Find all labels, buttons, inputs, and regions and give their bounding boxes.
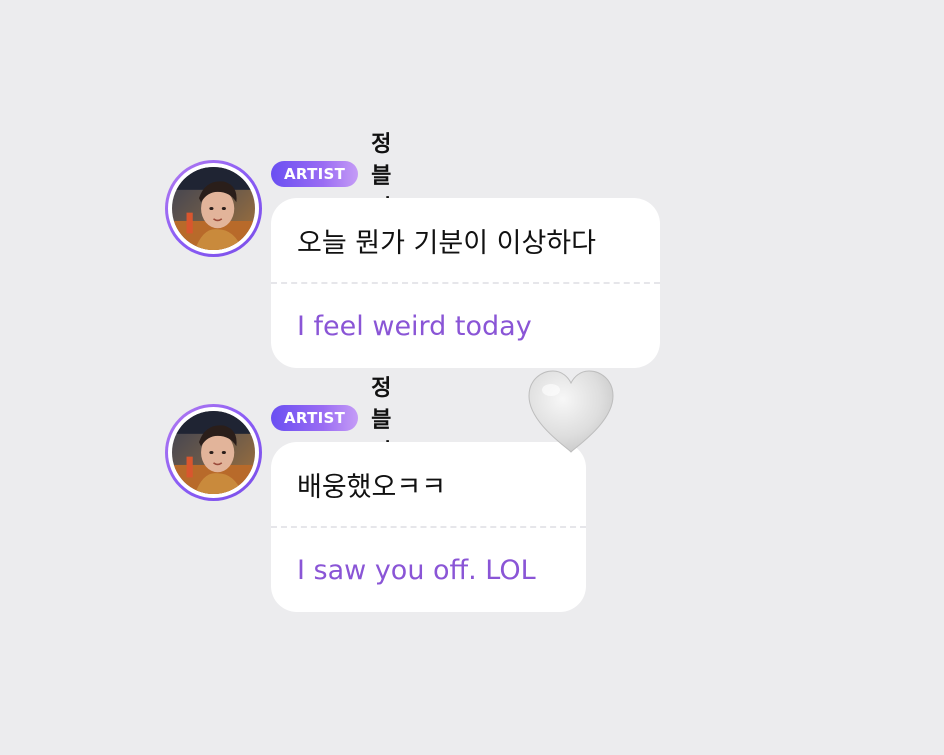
sender-header: ARTIST 정블리 bbox=[271, 132, 391, 221]
avatar-ring bbox=[168, 407, 259, 498]
avatar-photo bbox=[172, 167, 255, 250]
avatar-ring bbox=[168, 163, 259, 254]
artist-avatar[interactable] bbox=[165, 404, 262, 501]
heart-icon[interactable] bbox=[525, 368, 617, 456]
sender-header: ARTIST 정블리 bbox=[271, 376, 391, 465]
artist-badge: ARTIST bbox=[271, 405, 359, 431]
artist-avatar[interactable] bbox=[165, 160, 262, 257]
translated-text: I saw you off. LOL bbox=[297, 554, 536, 586]
translated-text: I feel weird today bbox=[297, 310, 532, 342]
avatar-photo bbox=[172, 411, 255, 494]
message-bubble[interactable]: 오늘 뭔가 기분이 이상하다 I feel weird today bbox=[271, 198, 660, 368]
message-bubble[interactable]: 배웅했오ㅋㅋ I saw you off. LOL bbox=[271, 442, 586, 612]
original-text: 오늘 뭔가 기분이 이상하다 bbox=[297, 227, 596, 259]
artist-badge: ARTIST bbox=[271, 161, 359, 187]
